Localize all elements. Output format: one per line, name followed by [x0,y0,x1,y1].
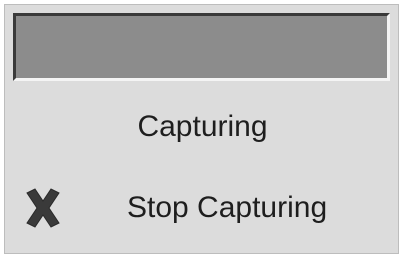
capture-status-label: Capturing [137,110,268,143]
capture-panel: Capturing Stop Capturing [4,4,399,254]
stop-capturing-label: Stop Capturing [127,191,328,224]
capture-display-field [13,13,390,81]
close-x-icon [26,188,60,228]
stop-capturing-button[interactable]: Stop Capturing [11,173,394,245]
